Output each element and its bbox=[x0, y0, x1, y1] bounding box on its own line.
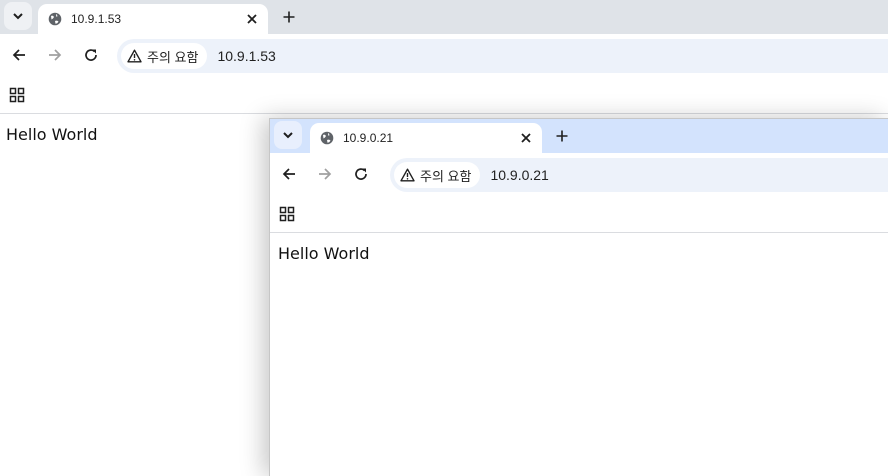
back-button[interactable] bbox=[6, 42, 32, 68]
apps-button[interactable] bbox=[6, 84, 28, 106]
chevron-down-icon bbox=[13, 13, 23, 20]
url-text[interactable]: 10.9.0.21 bbox=[490, 167, 548, 183]
plus-icon bbox=[556, 130, 568, 142]
tab-strip: 10.9.0.21 bbox=[270, 119, 888, 153]
tab-active[interactable]: 10.9.0.21 bbox=[310, 123, 542, 153]
globe-icon bbox=[47, 12, 62, 27]
globe-icon bbox=[319, 131, 334, 146]
security-chip[interactable]: 주의 요함 bbox=[394, 162, 481, 188]
arrow-right-icon bbox=[319, 168, 332, 180]
apps-grid-icon bbox=[279, 206, 295, 222]
close-icon[interactable] bbox=[243, 10, 261, 28]
new-tab-button[interactable] bbox=[550, 124, 574, 148]
tab-title: 10.9.0.21 bbox=[343, 131, 394, 145]
warning-triangle-icon bbox=[127, 49, 142, 63]
tab-search-button[interactable] bbox=[274, 121, 302, 149]
arrow-right-icon bbox=[49, 49, 62, 61]
reload-button[interactable] bbox=[78, 42, 104, 68]
tab-active[interactable]: 10.9.1.53 bbox=[38, 4, 268, 34]
security-label: 주의 요함 bbox=[420, 168, 472, 184]
arrow-left-icon bbox=[282, 168, 295, 180]
browser-window-front: 10.9.0.21 주의 요함 10.9.0.21 Hello World bbox=[269, 118, 888, 476]
forward-button[interactable] bbox=[312, 161, 338, 187]
page-content: Hello World bbox=[270, 234, 888, 476]
toolbar: 주의 요함 10.9.1.53 bbox=[0, 34, 888, 78]
address-bar[interactable]: 주의 요함 10.9.1.53 bbox=[117, 39, 888, 73]
reload-button[interactable] bbox=[348, 161, 374, 187]
security-label: 주의 요함 bbox=[147, 49, 199, 65]
plus-icon bbox=[283, 11, 295, 23]
arrow-left-icon bbox=[12, 49, 25, 61]
warning-triangle-icon bbox=[400, 168, 415, 182]
tab-title: 10.9.1.53 bbox=[71, 12, 122, 26]
address-bar[interactable]: 주의 요함 10.9.0.21 bbox=[390, 158, 888, 192]
apps-button[interactable] bbox=[276, 203, 298, 225]
new-tab-button[interactable] bbox=[277, 5, 301, 29]
url-text[interactable]: 10.9.1.53 bbox=[217, 48, 275, 64]
back-button[interactable] bbox=[276, 161, 302, 187]
tab-search-button[interactable] bbox=[4, 2, 32, 30]
apps-grid-icon bbox=[9, 87, 25, 103]
reload-icon bbox=[85, 49, 97, 61]
chevron-down-icon bbox=[283, 132, 293, 139]
page-text: Hello World bbox=[278, 244, 370, 263]
page-text: Hello World bbox=[6, 125, 98, 144]
forward-button[interactable] bbox=[42, 42, 68, 68]
tab-strip: 10.9.1.53 bbox=[0, 0, 888, 34]
security-chip[interactable]: 주의 요함 bbox=[121, 43, 208, 69]
toolbar: 주의 요함 10.9.0.21 bbox=[270, 153, 888, 197]
reload-icon bbox=[355, 168, 367, 180]
close-icon[interactable] bbox=[517, 129, 535, 147]
bookmarks-bar bbox=[0, 78, 888, 114]
bookmarks-bar bbox=[270, 197, 888, 233]
